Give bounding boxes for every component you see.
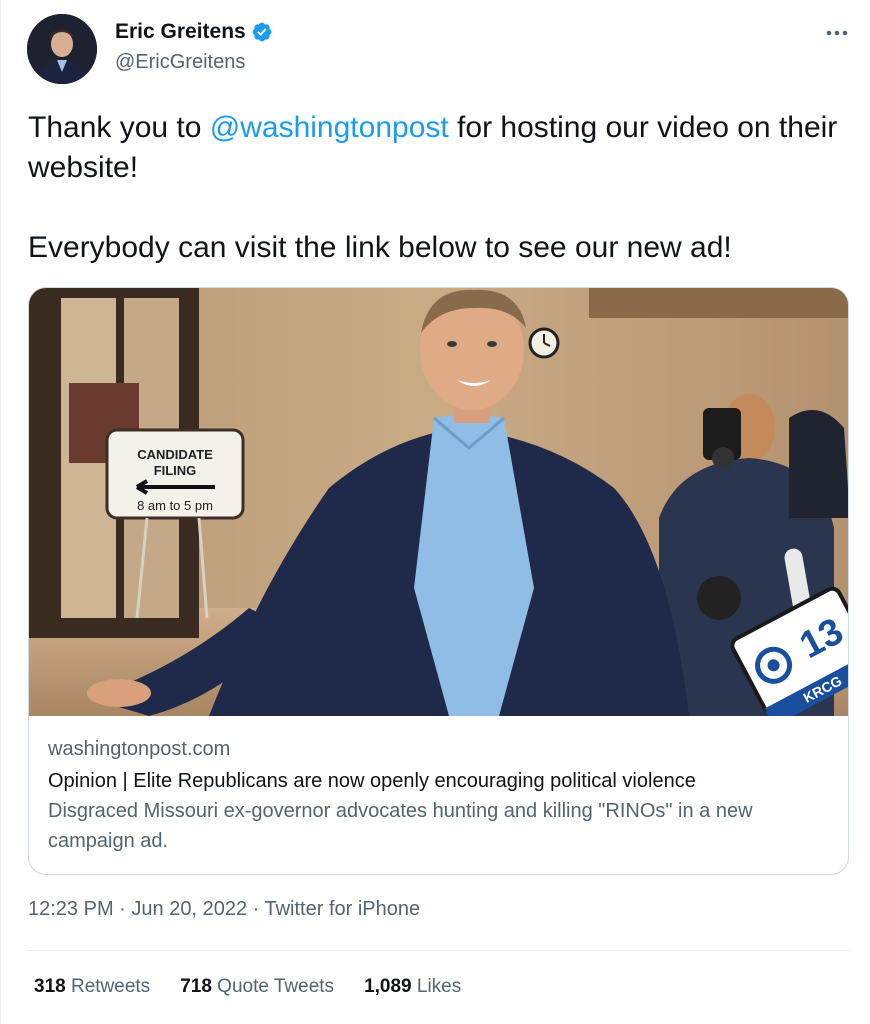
tweet-stats: 318 Retweets 718 Quote Tweets 1,089 Like… — [34, 976, 491, 998]
quote-tweets-label: Quote Tweets — [217, 976, 335, 997]
sign-text-2: FILING — [154, 463, 197, 478]
card-body: washingtonpost.com Opinion | Elite Repub… — [48, 736, 838, 856]
tweet-paragraph-2: Everybody can visit the link below to se… — [28, 231, 732, 264]
author-name-row: Eric Greitens — [115, 20, 273, 44]
retweets-label: Retweets — [70, 976, 151, 997]
divider — [28, 950, 849, 951]
tweet-source[interactable]: Twitter for iPhone — [265, 898, 421, 920]
more-options-icon[interactable] — [823, 24, 851, 42]
quote-tweets-stat[interactable]: 718 Quote Tweets — [180, 976, 334, 998]
tweet-time[interactable]: 12:23 PM — [28, 898, 114, 920]
quote-tweets-count: 718 — [180, 976, 212, 997]
sign-hours: 8 am to 5 pm — [137, 498, 213, 513]
display-name[interactable]: Eric Greitens — [115, 20, 246, 44]
tweet-meta: 12:23 PM · Jun 20, 2022 · Twitter for iP… — [28, 898, 420, 921]
tweet-text: Thank you to @washingtonpost for hosting… — [28, 108, 848, 268]
verified-badge-icon — [252, 22, 272, 42]
card-photo: CANDIDATE FILING 8 am to 5 pm 13 KRCG — [29, 288, 848, 716]
tweet: Eric Greitens @EricGreitens Thank you to… — [0, 0, 870, 1024]
retweets-stat[interactable]: 318 Retweets — [34, 976, 150, 998]
meta-separator-2: · — [252, 898, 260, 920]
card-description: Disgraced Missouri ex-governor advocates… — [48, 800, 753, 852]
tweet-paragraph-1: Thank you to @washingtonpost for hosting… — [28, 108, 848, 188]
avatar-photo — [27, 14, 97, 84]
avatar[interactable] — [27, 14, 97, 84]
likes-count: 1,089 — [364, 976, 412, 997]
meta-separator-1: · — [119, 898, 126, 920]
sign-text-1: CANDIDATE — [137, 447, 213, 462]
mention-link[interactable]: @washingtonpost — [210, 111, 449, 144]
retweets-count: 318 — [34, 976, 66, 997]
handle[interactable]: @EricGreitens — [115, 51, 245, 74]
likes-stat[interactable]: 1,089 Likes — [364, 976, 461, 998]
card-domain: washingtonpost.com — [48, 738, 231, 760]
likes-label: Likes — [416, 976, 462, 997]
tweet-text-prefix: Thank you to — [28, 111, 210, 144]
card-image: CANDIDATE FILING 8 am to 5 pm 13 KRCG — [29, 288, 848, 716]
tweet-date[interactable]: Jun 20, 2022 — [131, 898, 247, 920]
card-title: Opinion | Elite Republicans are now open… — [48, 770, 696, 792]
link-card[interactable]: CANDIDATE FILING 8 am to 5 pm 13 KRCG wa… — [28, 287, 849, 875]
